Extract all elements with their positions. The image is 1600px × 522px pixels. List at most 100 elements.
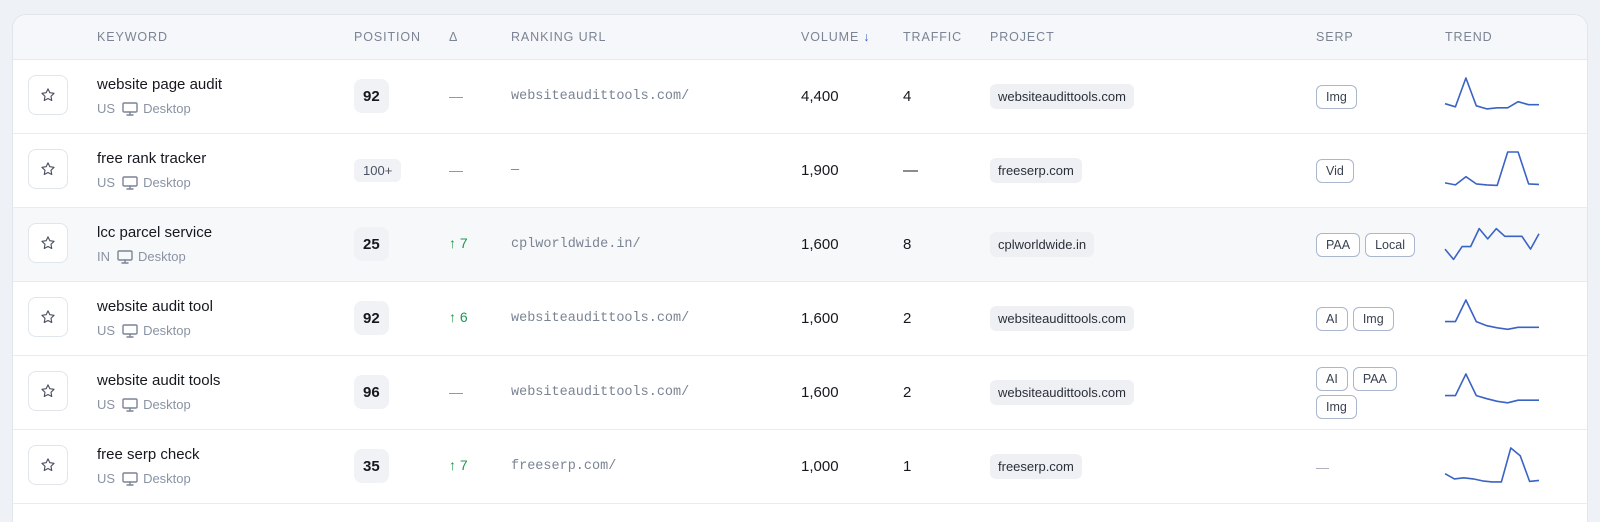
table-row: website audit tools US Desktop 96 — websiteau…	[13, 356, 1587, 430]
position-delta: —	[449, 162, 463, 178]
ranking-url[interactable]: websiteaudittools.com/	[511, 311, 689, 326]
star-icon	[41, 88, 55, 102]
trend-sparkline	[1444, 77, 1539, 110]
favorite-star-button[interactable]	[28, 297, 68, 337]
trend-line	[1445, 299, 1539, 331]
position-badge: 92	[354, 301, 389, 335]
keyword-text[interactable]: free rank tracker	[97, 150, 206, 167]
country-code: IN	[97, 249, 110, 264]
monitor-icon	[122, 175, 138, 190]
ranking-url[interactable]: cplworldwide.in/	[511, 237, 641, 252]
serp-chip: AI	[1316, 367, 1348, 391]
favorite-star-button[interactable]	[28, 223, 68, 263]
country-code: US	[97, 397, 116, 412]
star-icon	[41, 162, 55, 176]
favorite-star-button[interactable]	[28, 445, 68, 485]
traffic-value: 8	[903, 236, 912, 253]
trend-cell	[1443, 146, 1541, 199]
serp-features: AI Img	[1316, 282, 1436, 356]
project-badge[interactable]: websiteaudittools.com	[990, 306, 1134, 331]
col-ranking-url[interactable]: RANKING URL	[511, 30, 606, 44]
serp-chip: Img	[1316, 85, 1357, 109]
keyword-meta: US Desktop	[97, 175, 191, 190]
monitor-icon	[122, 397, 138, 412]
search-volume: 1,900	[801, 162, 839, 179]
serp-chip: Vid	[1316, 159, 1354, 183]
device-icon-wrap	[117, 249, 133, 264]
serp-chip: Local	[1365, 233, 1415, 257]
device-label: Desktop	[143, 175, 191, 190]
project-badge[interactable]: cplworldwide.in	[990, 232, 1095, 257]
serp-chip: AI	[1316, 307, 1348, 331]
serp-features: PAA Local	[1316, 208, 1436, 282]
star-icon	[41, 458, 55, 472]
country-code: US	[97, 175, 116, 190]
search-volume: 1,000	[801, 458, 839, 475]
keyword-text[interactable]: website page audit	[97, 76, 222, 93]
position-badge: 100+	[354, 159, 402, 182]
table-row: free rank tracker US Desktop 100+ — — 1,900 — fr…	[13, 134, 1587, 208]
col-trend[interactable]: TREND	[1445, 30, 1493, 44]
device-label: Desktop	[138, 249, 186, 264]
device-icon-wrap	[122, 397, 138, 412]
keyword-text[interactable]: website audit tools	[97, 372, 220, 389]
keyword-text[interactable]: free serp check	[97, 446, 200, 463]
serp-features: AI PAA Img	[1316, 356, 1436, 430]
ranking-url[interactable]: websiteaudittools.com/	[511, 385, 689, 400]
project-badge[interactable]: freeserp.com	[990, 158, 1082, 183]
col-traffic[interactable]: TRAFFIC	[903, 30, 962, 44]
serp-features: Vid	[1316, 134, 1436, 208]
ranking-url[interactable]: websiteaudittools.com/	[511, 89, 689, 104]
table-row: website page audit US Desktop 92 — websiteaud…	[13, 60, 1587, 134]
trend-sparkline	[1444, 447, 1540, 483]
trend-cell	[1443, 442, 1541, 495]
search-volume: 4,400	[801, 88, 839, 105]
ranking-url[interactable]: freeserp.com/	[511, 459, 616, 474]
monitor-icon	[122, 101, 138, 116]
country-code: US	[97, 471, 116, 486]
table-row: lcc parcel service IN Desktop 25 ↑ 7 cplworld…	[13, 208, 1587, 282]
project-badge[interactable]: websiteaudittools.com	[990, 380, 1134, 405]
favorite-star-button[interactable]	[28, 371, 68, 411]
position-badge: 92	[354, 79, 389, 113]
trend-line	[1444, 151, 1540, 187]
device-icon-wrap	[122, 471, 138, 486]
keyword-text[interactable]: lcc parcel service	[97, 224, 212, 241]
position-delta: —	[449, 384, 463, 400]
trend-cell	[1443, 72, 1541, 125]
col-delta[interactable]: Δ	[449, 30, 458, 44]
monitor-icon	[122, 471, 138, 486]
arrow-down-icon: ↓	[863, 30, 871, 44]
trend-cell	[1443, 220, 1541, 273]
traffic-value: 1	[903, 458, 912, 475]
serp-chip: PAA	[1352, 367, 1397, 391]
keyword-text[interactable]: website audit tool	[97, 298, 213, 315]
device-icon-wrap	[122, 101, 138, 116]
col-project[interactable]: PROJECT	[990, 30, 1055, 44]
table-header: KEYWORD POSITION Δ RANKING URL VOLUME ↓ T…	[13, 15, 1587, 60]
table-row: website audit tool US Desktop 92 ↑ 6 websitea…	[13, 282, 1587, 356]
col-volume[interactable]: VOLUME ↓	[801, 30, 870, 44]
table-body: website page audit US Desktop 92 — websiteaud…	[13, 60, 1587, 504]
ranking-url: —	[511, 163, 520, 178]
favorite-star-button[interactable]	[28, 75, 68, 115]
trend-line	[1444, 447, 1540, 483]
serp-chip: PAA	[1316, 233, 1361, 257]
favorite-star-button[interactable]	[28, 149, 68, 189]
project-badge[interactable]: websiteaudittools.com	[990, 84, 1134, 109]
country-code: US	[97, 101, 116, 116]
device-icon-wrap	[122, 175, 138, 190]
col-keyword[interactable]: KEYWORD	[97, 30, 168, 44]
table-row: free serp check US Desktop 35 ↑ 7 freeserp.co…	[13, 430, 1587, 504]
search-volume: 1,600	[801, 310, 839, 327]
project-badge[interactable]: freeserp.com	[990, 454, 1082, 479]
trend-line	[1444, 77, 1539, 110]
serp-features: —	[1316, 430, 1436, 504]
keyword-meta: US Desktop	[97, 101, 191, 116]
col-serp[interactable]: SERP	[1316, 30, 1354, 44]
traffic-value: 2	[903, 310, 912, 327]
position-badge: 35	[354, 449, 389, 483]
col-position[interactable]: POSITION	[354, 30, 421, 44]
trend-sparkline	[1444, 151, 1540, 187]
keyword-meta: US Desktop	[97, 471, 191, 486]
